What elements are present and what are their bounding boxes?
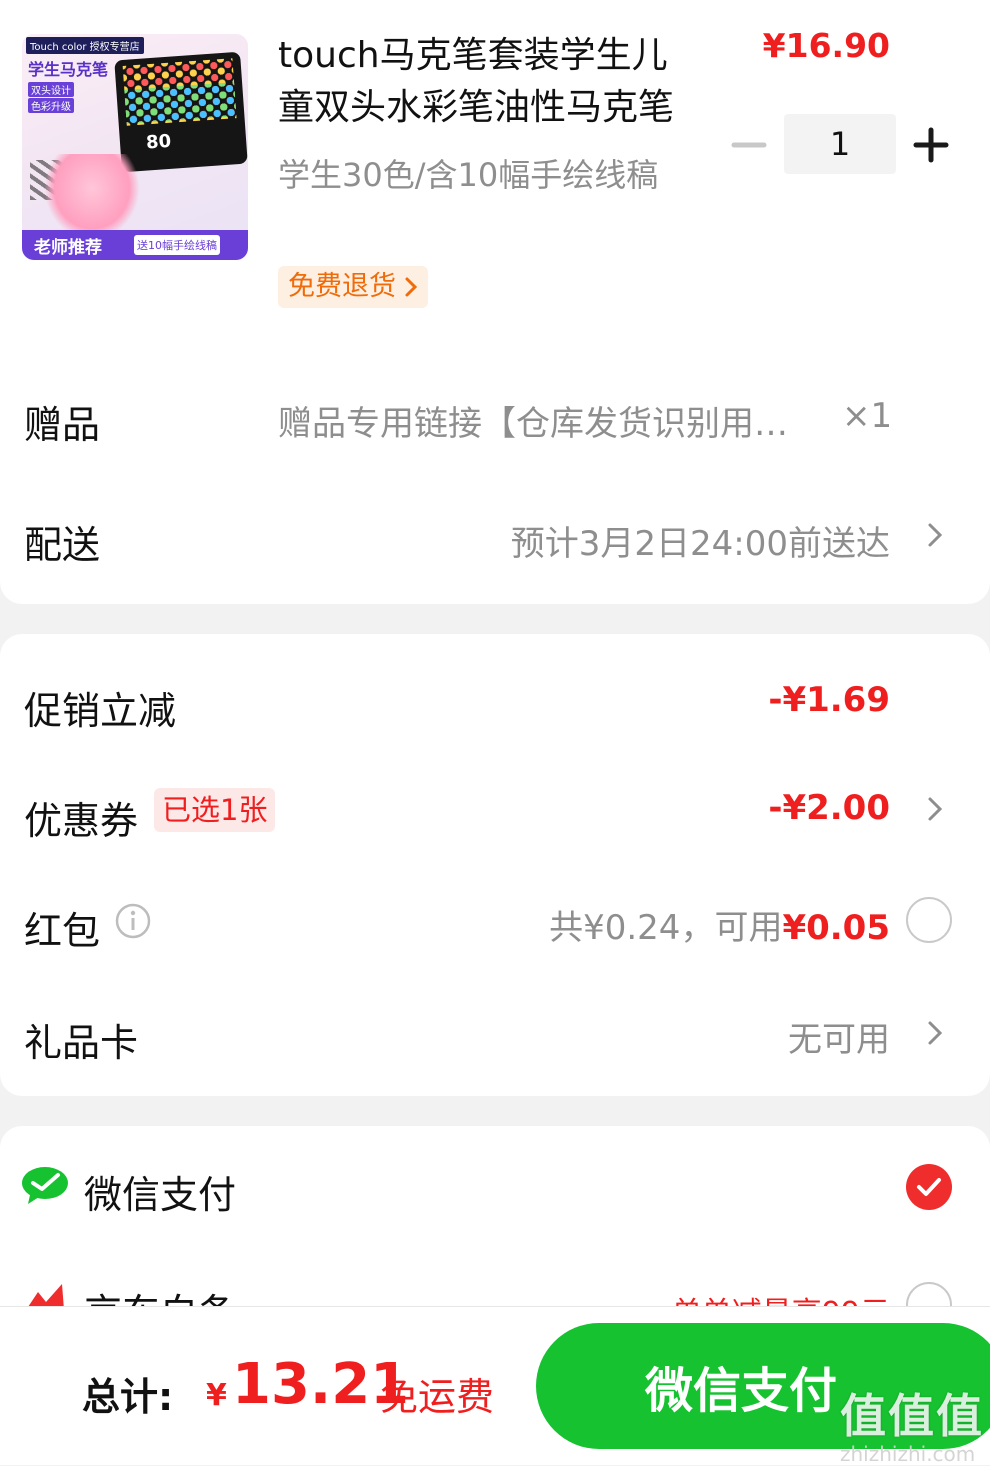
giftcard-label: 礼品卡	[24, 1021, 139, 1065]
redpacket-radio[interactable]	[906, 897, 952, 943]
redpacket-usable: ¥0.05	[782, 908, 890, 948]
image-box-number: 80	[145, 130, 172, 154]
redpacket-label: 红包	[24, 909, 101, 953]
free-shipping-label: 免运费	[380, 1375, 495, 1419]
watermark-text: 值值值	[840, 1389, 984, 1443]
image-bottom-banner: 老师推荐 送10幅手绘线稿	[22, 230, 248, 260]
redpacket-value: 共¥0.24，可用¥0.05	[549, 900, 890, 949]
quantity-input[interactable]: 1	[784, 114, 896, 174]
free-return-label: 免费退货	[288, 271, 396, 302]
redpacket-total: 共¥0.24，可用	[549, 908, 783, 948]
delivery-time[interactable]: 预计3月2日24:00前送达	[511, 516, 890, 565]
coupon-selected-badge: 已选1张	[154, 788, 276, 832]
coupon-label: 优惠券	[24, 799, 139, 843]
wechat-pay-selected-check[interactable]	[906, 1164, 952, 1210]
image-headline: 学生马克笔	[28, 60, 109, 79]
pay-button-label: 微信支付	[644, 1363, 837, 1419]
chevron-right-icon[interactable]	[924, 1018, 946, 1048]
product-title[interactable]: touch马克笔套装学生儿童双头水彩笔油性马克笔	[278, 30, 678, 134]
product-image[interactable]: Touch color 授权专营店 学生马克笔 双头设计 色彩升级 80 老师推…	[22, 34, 248, 260]
chevron-right-icon	[405, 277, 418, 297]
image-bottom-right: 送10幅手绘线稿	[134, 235, 220, 255]
image-chip-1: 双头设计	[28, 82, 74, 97]
chevron-right-icon[interactable]	[924, 794, 946, 824]
wechat-pay-icon	[22, 1167, 68, 1204]
quantity-decrease-button[interactable]	[728, 124, 770, 166]
image-shop-tag: Touch color 授权专营店	[26, 37, 144, 54]
product-spec[interactable]: 学生30色/含10幅手绘线稿	[278, 152, 678, 198]
gift-count: ×1	[842, 396, 893, 436]
promo-value: -¥1.69	[768, 680, 890, 720]
info-icon[interactable]	[114, 902, 152, 940]
image-bottom-left: 老师推荐	[34, 237, 102, 258]
image-chip-2: 色彩升级	[28, 98, 74, 113]
coupon-value[interactable]: -¥2.00	[768, 788, 890, 828]
total-currency: ¥	[206, 1378, 227, 1413]
promo-label: 促销立减	[24, 689, 177, 733]
watermark: 值值值 zhizhizhi.com	[840, 1380, 984, 1466]
product-price: ¥16.90	[762, 26, 890, 65]
watermark-url: zhizhizhi.com	[840, 1442, 976, 1466]
giftcard-value[interactable]: 无可用	[788, 1012, 890, 1061]
quantity-increase-button[interactable]	[908, 122, 954, 168]
illustration-graphic	[44, 154, 140, 240]
wechat-pay-label[interactable]: 微信支付	[84, 1164, 236, 1219]
free-return-badge[interactable]: 免费退货	[278, 266, 428, 308]
total-label: 总计:	[82, 1375, 174, 1419]
product-card: Touch color 授权专营店 学生马克笔 双头设计 色彩升级 80 老师推…	[0, 0, 990, 604]
delivery-label: 配送	[24, 523, 101, 567]
gift-name[interactable]: 赠品专用链接【仓库发货识别用…	[278, 396, 818, 445]
chevron-right-icon[interactable]	[924, 520, 946, 550]
check-icon	[917, 1178, 941, 1196]
gift-label: 赠品	[24, 403, 101, 447]
